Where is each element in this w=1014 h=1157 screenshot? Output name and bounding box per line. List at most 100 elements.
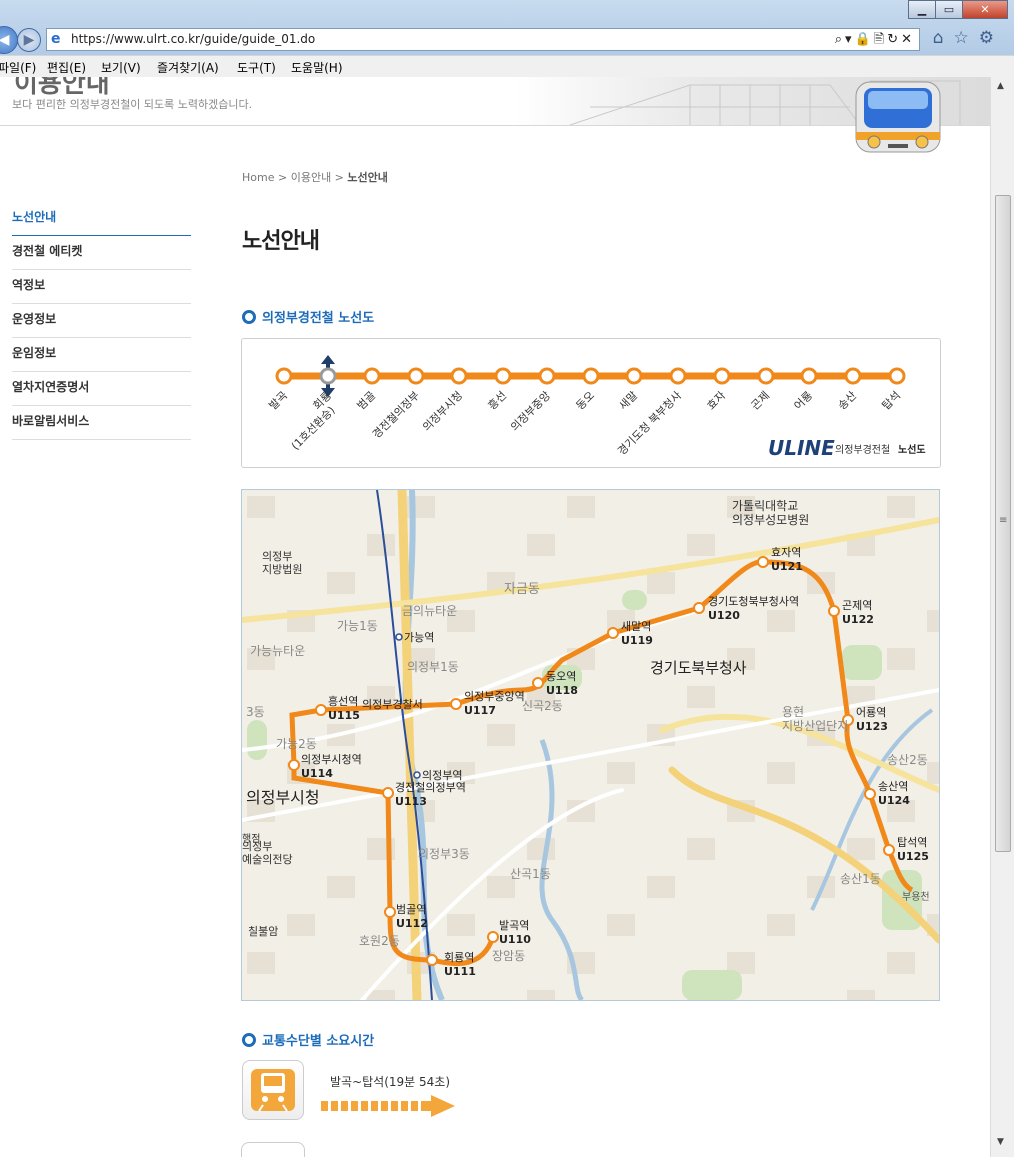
map-station-marker[interactable]: [384, 906, 396, 918]
ie-page-icon: e: [51, 31, 61, 47]
station-marker[interactable]: [450, 367, 468, 385]
transfer-station-marker[interactable]: [319, 367, 337, 385]
station-label: 의정부중앙: [508, 389, 553, 434]
breadcrumb-current: 노선안내: [347, 171, 388, 184]
route-map[interactable]: 발곡역 U110 회룡역 U111 범골역 U112 경전철의정부역 U113 의정부시청역 U1…: [241, 489, 940, 1001]
map-station-code: U118: [546, 684, 578, 697]
minimize-button[interactable]: ▁: [908, 0, 936, 19]
map-station-code: U112: [396, 917, 428, 930]
menu-edit[interactable]: 편집(E): [47, 59, 86, 76]
map-place-label: 장암동: [492, 949, 525, 963]
line1-station-marker[interactable]: [395, 633, 403, 641]
map-station-marker[interactable]: [426, 954, 438, 966]
map-place-label: 자금동: [504, 582, 540, 597]
station-marker[interactable]: [844, 367, 862, 385]
line1-station-marker[interactable]: [413, 771, 421, 779]
breadcrumb: Home > 이용안내 > 노선안내: [242, 171, 388, 184]
map-station-marker[interactable]: [607, 627, 619, 639]
gear-icon[interactable]: ⚙: [979, 28, 1004, 48]
close-window-button[interactable]: ✕: [962, 0, 1008, 19]
sidebar-item-route-guide[interactable]: 노선안내: [12, 202, 191, 236]
map-station-code: U124: [878, 794, 910, 807]
map-station-code: U123: [856, 720, 888, 733]
uline-brand-text: ULINE: [768, 436, 835, 460]
station-marker[interactable]: [800, 367, 818, 385]
map-place-label: 호원2동: [359, 934, 400, 948]
scroll-down-arrow-icon[interactable]: ▼: [997, 1137, 1004, 1147]
hero-subtitle: 보다 편리한 의정부경전철이 되도록 노력하겠습니다.: [12, 98, 253, 111]
map-station-marker[interactable]: [487, 931, 499, 943]
station-marker[interactable]: [757, 367, 775, 385]
station-marker[interactable]: [669, 367, 687, 385]
map-place-label: 송산1동: [840, 872, 881, 886]
home-icon[interactable]: ⌂: [933, 28, 954, 48]
map-station-code: U122: [842, 613, 874, 626]
map-station-marker[interactable]: [532, 677, 544, 689]
menu-tools[interactable]: 도구(T): [237, 59, 276, 76]
address-bar[interactable]: e https://www.ulrt.co.kr/guide/guide_01.…: [46, 28, 920, 51]
map-station-marker[interactable]: [315, 704, 327, 716]
map-station-code: U115: [328, 709, 360, 722]
station-marker[interactable]: [363, 367, 381, 385]
map-place-label: 가톨릭대학교 의정부성모병원: [732, 499, 809, 527]
station-marker[interactable]: [625, 367, 643, 385]
station-marker[interactable]: [888, 367, 906, 385]
sidebar-item-alert-service[interactable]: 바로알림서비스: [12, 406, 191, 440]
scroll-up-arrow-icon[interactable]: ▲: [997, 81, 1004, 91]
station-marker[interactable]: [275, 367, 293, 385]
vertical-scrollbar[interactable]: ▲ ≡ ▼: [990, 77, 1014, 1157]
station-label: 새말: [617, 389, 641, 413]
sidebar-item-delay-certificate[interactable]: 열차지연증명서: [12, 372, 191, 406]
breadcrumb-guide[interactable]: 이용안내: [291, 171, 331, 184]
map-station-marker[interactable]: [757, 556, 769, 568]
logo-caption-bold: 노선도: [898, 443, 926, 456]
map-station-marker[interactable]: [828, 605, 840, 617]
time-section-heading: 교통수단별 소요시간: [242, 1030, 374, 1049]
map-place-label: 신곡2동: [522, 699, 563, 713]
page-title: 노선안내: [242, 229, 320, 254]
address-tools-icons[interactable]: ⌕▾🔒🖹↻✕: [835, 30, 915, 52]
sidebar-item-fare-info[interactable]: 운임정보: [12, 338, 191, 372]
menu-view[interactable]: 보기(V): [101, 59, 141, 76]
forward-arrow-icon: ▶: [23, 32, 35, 48]
next-transport-icon: [241, 1142, 305, 1157]
map-station-marker[interactable]: [450, 698, 462, 710]
travel-time-arrow-bar: [321, 1095, 455, 1117]
map-place-label: 가능뉴타운: [250, 644, 305, 658]
address-url[interactable]: https://www.ulrt.co.kr/guide/guide_01.do: [71, 32, 315, 46]
map-station-marker[interactable]: [883, 844, 895, 856]
map-station-marker[interactable]: [693, 602, 705, 614]
route-section-heading: 의정부경전철 노선도: [242, 307, 374, 326]
map-place-label: 행점: [242, 833, 260, 845]
menu-bar: 파일(F) 편집(E) 보기(V) 즐겨찾기(A) 도구(T) 도움말(H): [0, 55, 1014, 77]
maximize-button[interactable]: ▭: [935, 0, 963, 19]
sidebar-item-station-info[interactable]: 역정보: [12, 270, 191, 304]
star-icon[interactable]: ☆: [954, 28, 979, 48]
forward-button[interactable]: ▶: [17, 28, 41, 52]
station-marker[interactable]: [538, 367, 556, 385]
map-place-label: 산곡1동: [510, 867, 551, 881]
map-place-label: 송산2동: [887, 753, 928, 767]
line1-station-name: 의정부역: [422, 769, 462, 782]
transfer-up-arrow-icon: [321, 355, 335, 368]
map-station-name: 의정부중앙역: [464, 690, 525, 703]
map-station-marker[interactable]: [382, 787, 394, 799]
route-line-svg: 발곡 회룡(1호선환승)범골경전철의정부의정부시청 흥선 의정부중앙 동오 새말경기도청 …: [267, 355, 926, 460]
station-marker[interactable]: [494, 367, 512, 385]
map-place-label: 3동: [246, 705, 265, 719]
menu-help[interactable]: 도움말(H): [291, 59, 343, 76]
menu-file[interactable]: 파일(F): [0, 59, 36, 76]
back-arrow-icon: ◀: [0, 32, 10, 48]
back-button[interactable]: ◀: [0, 26, 18, 54]
station-marker[interactable]: [407, 367, 425, 385]
map-station-code: U110: [499, 933, 531, 946]
station-marker[interactable]: [582, 367, 600, 385]
map-station-marker[interactable]: [288, 759, 300, 771]
breadcrumb-home[interactable]: Home: [242, 171, 274, 184]
map-station-marker[interactable]: [864, 788, 876, 800]
map-station-name: 송산역: [878, 780, 908, 793]
menu-favorites[interactable]: 즐겨찾기(A): [157, 59, 219, 76]
sidebar-item-etiquette[interactable]: 경전철 에티켓: [12, 236, 191, 270]
station-marker[interactable]: [713, 367, 731, 385]
sidebar-item-operation-info[interactable]: 운영정보: [12, 304, 191, 338]
